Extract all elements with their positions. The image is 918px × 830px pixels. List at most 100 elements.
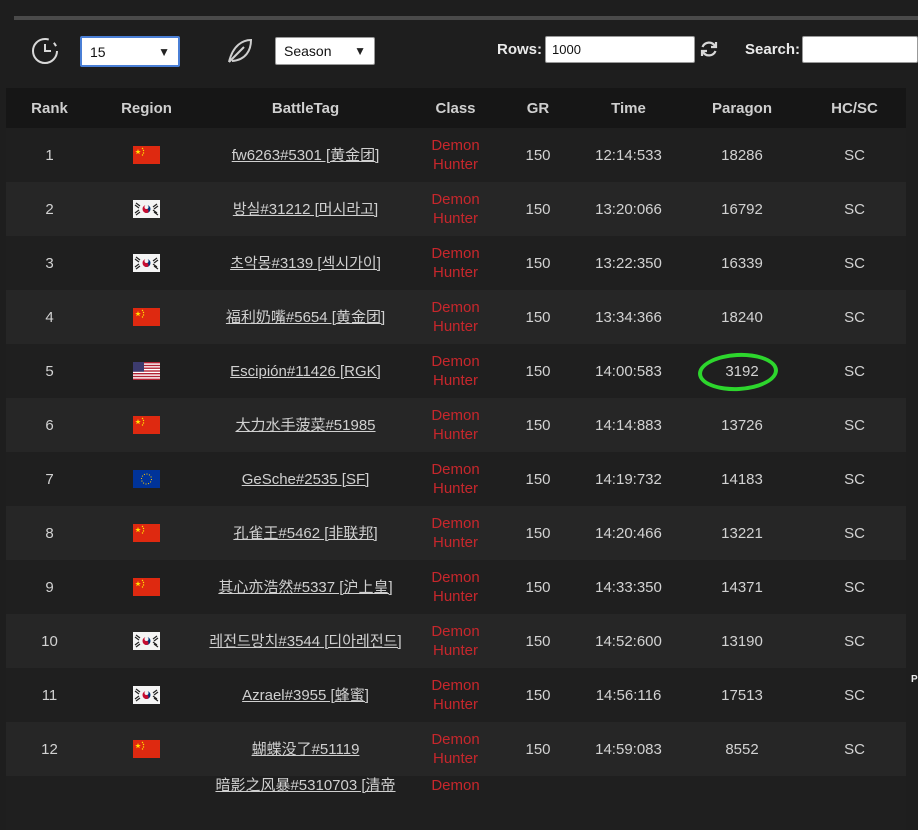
class-line-2: Hunter (432, 264, 479, 281)
paragon-cell: 18286 (681, 128, 803, 182)
gr-cell: 150 (500, 452, 576, 506)
season-select-value: Season (284, 43, 332, 59)
korea-flag-icon (133, 632, 160, 651)
class-line-1: Demon (431, 777, 480, 794)
rows-input-value: 1000 (552, 42, 581, 57)
class-line-1: Demon (431, 353, 480, 370)
battletag-link[interactable]: 福利奶嘴#5654 [黄金团] (226, 308, 385, 327)
header-paragon[interactable]: Paragon (681, 88, 803, 128)
class-line-2: Hunter (432, 426, 479, 443)
table-row: 6 大力水手菠菜#51985 Demon Hunter 150 14:14:883 1372… (6, 398, 906, 452)
time-cell: 14:59:083 (576, 722, 681, 776)
class-cell: Demon (411, 776, 500, 830)
region-cell (93, 560, 200, 614)
class-line-2: Hunter (432, 318, 479, 335)
region-cell (93, 722, 200, 776)
time-cell: 14:19:732 (576, 452, 681, 506)
time-cell: 14:33:350 (576, 560, 681, 614)
class-line-1: Demon (431, 407, 480, 424)
hcsc-cell: SC (803, 290, 906, 344)
leaderboard-table: Rank Region BattleTag Class GR Time Para… (6, 88, 906, 830)
gr-cell: 150 (500, 506, 576, 560)
rows-input[interactable]: 1000 (545, 36, 695, 63)
battletag-cell: 방실#31212 [머시라고] (200, 182, 411, 236)
header-hcsc[interactable]: HC/SC (803, 88, 906, 128)
paragon-cell: 3192 (681, 344, 803, 398)
rank-cell: 4 (6, 290, 93, 344)
battletag-cell: 大力水手菠菜#51985 (200, 398, 411, 452)
china-flag-icon (133, 578, 160, 597)
region-cell (93, 614, 200, 668)
battletag-link[interactable]: Escipión#11426 [RGK] (230, 362, 381, 381)
paragon-cell: 17513 (681, 668, 803, 722)
battletag-link[interactable]: Azrael#3955 [蜂蜜] (242, 686, 369, 705)
header-class[interactable]: Class (411, 88, 500, 128)
battletag-cell: 暗影之风暴#5310703 [清帝 (200, 776, 411, 830)
region-cell (93, 398, 200, 452)
paragon-cell: 8552 (681, 722, 803, 776)
hcsc-cell: SC (803, 452, 906, 506)
time-cell: 14:14:883 (576, 398, 681, 452)
china-flag-icon (133, 416, 160, 435)
clock-icon (32, 38, 58, 64)
class-cell: Demon Hunter (411, 614, 500, 668)
time-cell: 13:34:366 (576, 290, 681, 344)
region-cell (93, 182, 200, 236)
battletag-link[interactable]: 大力水手菠菜#51985 (235, 416, 375, 435)
class-cell: Demon Hunter (411, 290, 500, 344)
season-select[interactable]: Season ▼ (275, 37, 375, 65)
greater-rift-select[interactable]: 15 ▼ (80, 36, 180, 67)
battletag-link[interactable]: 孔雀王#5462 [非联邦] (233, 524, 377, 543)
class-line-1: Demon (431, 461, 480, 478)
class-cell: Demon Hunter (411, 506, 500, 560)
hcsc-cell: SC (803, 344, 906, 398)
region-cell (93, 290, 200, 344)
header-time[interactable]: Time (576, 88, 681, 128)
table-row: 2 방실#31212 [머시라고] Demon Hunter 150 13:20:066 1… (6, 182, 906, 236)
table-row: 7 GeSche#2535 [SF] Demon Hunter 150 14:19:732… (6, 452, 906, 506)
time-cell: 14:00:583 (576, 344, 681, 398)
class-cell: Demon Hunter (411, 182, 500, 236)
battletag-link[interactable]: 蝴蝶没了#51119 (252, 740, 360, 759)
class-line-2: Hunter (432, 372, 479, 389)
table-header: Rank Region BattleTag Class GR Time Para… (6, 88, 906, 128)
china-flag-icon (133, 524, 160, 543)
region-cell (93, 128, 200, 182)
class-line-2: Hunter (432, 588, 479, 605)
battletag-link[interactable]: 레전드망치#3544 [디아레전드] (209, 632, 401, 651)
rank-cell: 8 (6, 506, 93, 560)
battletag-link[interactable]: GeSche#2535 [SF] (242, 470, 370, 489)
battletag-link[interactable]: 방실#31212 [머시라고] (233, 200, 378, 219)
refresh-icon[interactable] (698, 38, 720, 60)
class-line-2: Hunter (432, 696, 479, 713)
class-line-1: Demon (431, 299, 480, 316)
rank-cell: 5 (6, 344, 93, 398)
region-cell (93, 344, 200, 398)
header-battletag[interactable]: BattleTag (200, 88, 411, 128)
hcsc-cell: SC (803, 614, 906, 668)
rank-cell: 1 (6, 128, 93, 182)
battletag-cell: fw6263#5301 [黄金团] (200, 128, 411, 182)
battletag-link[interactable]: fw6263#5301 [黄金团] (232, 146, 380, 165)
table-row: 12 蝴蝶没了#51119 Demon Hunter 150 14:59:083 8552 S… (6, 722, 906, 776)
paragon-cell: 14183 (681, 452, 803, 506)
class-cell: Demon Hunter (411, 452, 500, 506)
rows-label: Rows: (497, 41, 542, 58)
header-rank[interactable]: Rank (6, 88, 93, 128)
paragon-cell: 14371 (681, 560, 803, 614)
hcsc-cell: SC (803, 668, 906, 722)
table-row: 4 福利奶嘴#5654 [黄金团] Demon Hunter 150 13:34:366 1… (6, 290, 906, 344)
korea-flag-icon (133, 254, 160, 273)
header-region[interactable]: Region (93, 88, 200, 128)
time-cell: 14:20:466 (576, 506, 681, 560)
battletag-link[interactable]: 暗影之风暴#5310703 [清帝 (215, 776, 395, 795)
battletag-cell: GeSche#2535 [SF] (200, 452, 411, 506)
battletag-cell: Escipión#11426 [RGK] (200, 344, 411, 398)
battletag-link[interactable]: 其心亦浩然#5337 [沪上皇] (218, 578, 392, 597)
eu-flag-icon (133, 470, 160, 489)
class-line-2: Hunter (432, 534, 479, 551)
gr-cell: 150 (500, 344, 576, 398)
header-gr[interactable]: GR (500, 88, 576, 128)
search-input[interactable] (802, 36, 918, 63)
battletag-link[interactable]: 초악몽#3139 [섹시가이] (230, 254, 381, 273)
